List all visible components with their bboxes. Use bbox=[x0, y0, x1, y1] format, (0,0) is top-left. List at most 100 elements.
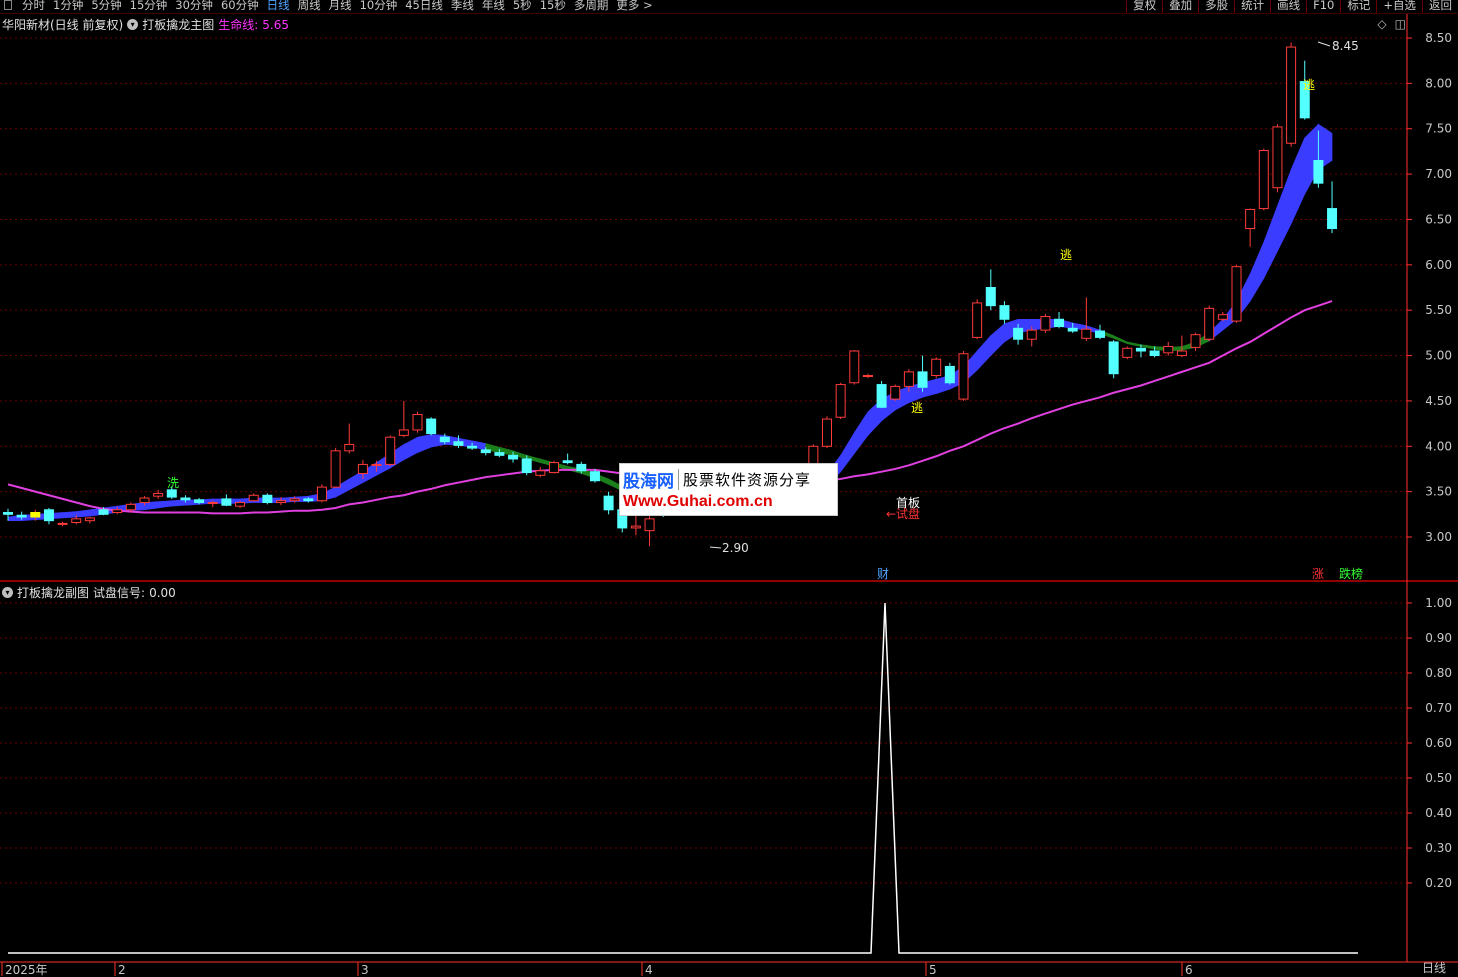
candle-body bbox=[849, 350, 860, 384]
candle-body bbox=[1286, 46, 1297, 144]
candle-body bbox=[43, 509, 54, 522]
signal-tick-label: 1.00 bbox=[1425, 596, 1452, 610]
candle-body bbox=[562, 460, 573, 464]
candle-body bbox=[931, 358, 942, 377]
candle-body bbox=[1040, 316, 1051, 331]
ribbon-segment bbox=[417, 434, 432, 454]
tao-signal-label: 逃 bbox=[1060, 248, 1072, 262]
ribbon-segment bbox=[171, 499, 186, 507]
price-tick-label: 4.50 bbox=[1425, 394, 1452, 408]
ribbon-segment bbox=[990, 323, 1005, 357]
signal-tick-label: 0.40 bbox=[1425, 806, 1452, 820]
watermark-logo: 股海网 bbox=[623, 472, 674, 492]
candle-body bbox=[398, 429, 409, 436]
candle-body bbox=[112, 509, 123, 514]
date-label: 5 bbox=[929, 963, 937, 977]
candle-body bbox=[385, 436, 396, 465]
watermark-url: Www.Guhai.com.cn bbox=[623, 493, 773, 510]
price-tick-label: 4.00 bbox=[1425, 439, 1452, 453]
price-tick-label: 8.00 bbox=[1425, 76, 1452, 90]
price-tick-label: 7.00 bbox=[1425, 167, 1452, 181]
candle-body bbox=[1067, 327, 1078, 332]
price-tick-label: 5.00 bbox=[1425, 349, 1452, 363]
candle-body bbox=[194, 499, 205, 504]
candle-body bbox=[1190, 334, 1201, 348]
date-label: 2 bbox=[118, 963, 126, 977]
ribbon-segment bbox=[75, 509, 91, 518]
candle-body bbox=[235, 502, 246, 507]
candle-body bbox=[835, 384, 846, 418]
candle-body bbox=[453, 441, 464, 446]
candle-body bbox=[316, 486, 327, 502]
candle-body bbox=[1176, 350, 1187, 357]
date-label: 6 bbox=[1185, 963, 1193, 977]
candle-body bbox=[480, 449, 491, 454]
candle-body bbox=[876, 384, 887, 408]
candle-body bbox=[1245, 208, 1256, 230]
signal-tick-label: 0.80 bbox=[1425, 666, 1452, 680]
candle-body bbox=[1081, 328, 1092, 339]
candle-body bbox=[1135, 347, 1146, 352]
period-label: 日线 bbox=[1421, 961, 1446, 975]
ribbon-segment bbox=[976, 334, 992, 371]
candle-body bbox=[958, 353, 969, 400]
zhang-label: 涨 bbox=[1312, 566, 1324, 581]
date-label: 3 bbox=[361, 963, 369, 977]
candle-body bbox=[535, 470, 546, 476]
candle-body bbox=[630, 525, 641, 529]
candle-body bbox=[289, 498, 300, 502]
candle-body bbox=[139, 497, 150, 504]
candle-body bbox=[1026, 329, 1037, 340]
ribbon-segment bbox=[840, 431, 855, 473]
signal-tick-label: 0.30 bbox=[1425, 841, 1452, 855]
ribbon-segment bbox=[62, 511, 77, 519]
candle-body bbox=[3, 512, 13, 515]
ribbon-segment bbox=[1127, 341, 1142, 347]
candle-body bbox=[917, 371, 928, 388]
candle-body bbox=[972, 302, 983, 338]
candle-body bbox=[521, 458, 532, 474]
candle-body bbox=[822, 418, 832, 447]
xi-signal-label: 洗 bbox=[167, 476, 179, 490]
date-label: 4 bbox=[645, 963, 653, 977]
candle-body bbox=[412, 414, 423, 431]
candle-body bbox=[1272, 126, 1283, 189]
candle-body bbox=[98, 509, 109, 515]
price-tick-label: 3.50 bbox=[1425, 485, 1452, 499]
candle-body bbox=[57, 522, 68, 525]
ribbon-segment bbox=[157, 500, 173, 509]
candle-body bbox=[1327, 208, 1338, 230]
signal-tick-label: 0.50 bbox=[1425, 771, 1452, 785]
tao-signal-label: 逃 bbox=[911, 401, 923, 415]
high-price-label: 8.45 bbox=[1332, 39, 1359, 53]
candle-body bbox=[644, 518, 655, 532]
diebang-label: 跌榜 bbox=[1339, 566, 1363, 581]
candle-body bbox=[276, 500, 286, 504]
candle-body bbox=[84, 517, 95, 522]
watermark: 股海网 股票软件资源分享 Www.Guhai.com.cn bbox=[619, 463, 838, 516]
candle-body bbox=[1231, 266, 1242, 322]
candle-body bbox=[999, 305, 1010, 320]
shipan-label: ←试盘 bbox=[886, 506, 920, 521]
candle-body bbox=[1095, 330, 1105, 338]
candle-body bbox=[262, 494, 273, 504]
candle-body bbox=[1163, 345, 1174, 354]
signal-tick-label: 0.60 bbox=[1425, 736, 1452, 750]
candle-body bbox=[1313, 159, 1324, 184]
candle-body bbox=[589, 471, 600, 482]
watermark-slogan: 股票软件资源分享 bbox=[678, 469, 811, 490]
candle-body bbox=[1108, 341, 1119, 375]
low-price-label: 2.90 bbox=[722, 541, 749, 555]
candle-body bbox=[16, 514, 27, 518]
ribbon-segment bbox=[1249, 242, 1265, 303]
candle-body bbox=[166, 489, 177, 498]
candle-body bbox=[303, 498, 314, 502]
candle-body bbox=[1149, 350, 1160, 357]
candle-body bbox=[1054, 318, 1065, 328]
candle-body bbox=[344, 443, 355, 452]
price-tick-label: 8.50 bbox=[1425, 31, 1452, 45]
signal-tick-label: 0.20 bbox=[1425, 876, 1452, 890]
candle-body bbox=[71, 518, 82, 523]
price-tick-label: 5.50 bbox=[1425, 303, 1452, 317]
high-pointer bbox=[1317, 41, 1331, 47]
